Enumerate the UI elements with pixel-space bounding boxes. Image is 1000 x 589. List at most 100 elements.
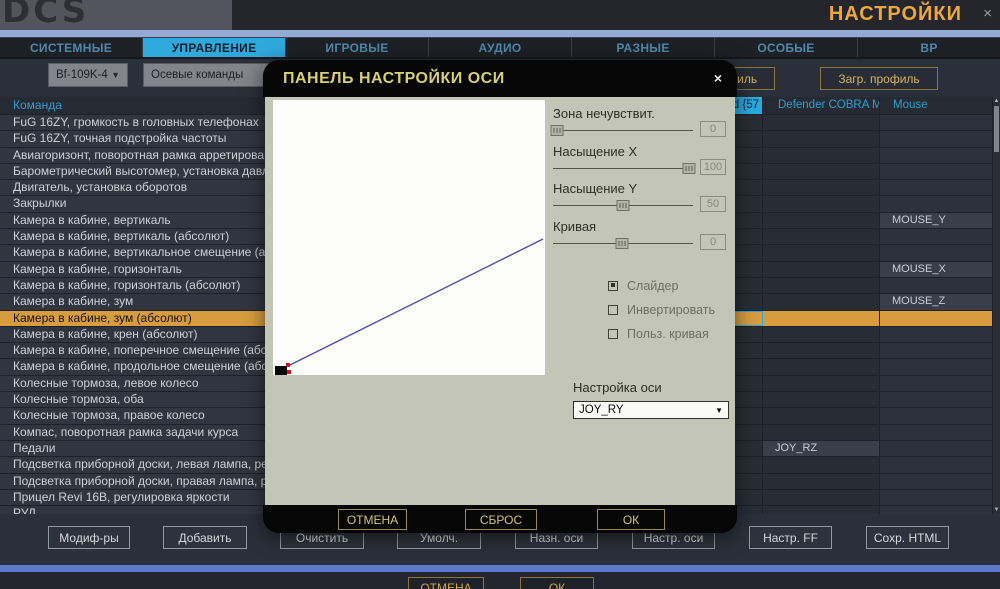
checkbox-row[interactable]: Слайдер bbox=[608, 278, 715, 293]
slider-handle[interactable] bbox=[615, 238, 629, 249]
scrollbar-up-icon[interactable]: ▲ bbox=[993, 98, 1000, 104]
device3-cell[interactable]: MOUSE_Y bbox=[880, 212, 993, 229]
modal-button[interactable]: СБРОС bbox=[465, 509, 537, 530]
device3-cell[interactable] bbox=[880, 115, 993, 131]
cancel-button[interactable]: ОТМЕНА bbox=[408, 577, 484, 589]
column-header-device2[interactable]: Defender COBRA M5 U bbox=[763, 97, 880, 114]
device2-cell[interactable] bbox=[763, 180, 880, 196]
device3-cell[interactable] bbox=[880, 180, 993, 196]
device2-cell[interactable] bbox=[763, 131, 880, 147]
checkbox-icon[interactable] bbox=[608, 304, 618, 315]
slider-value-field[interactable]: 0 bbox=[700, 234, 726, 250]
device3-cell[interactable] bbox=[880, 473, 993, 489]
modal-button[interactable]: ОТМЕНА bbox=[338, 509, 407, 530]
checkbox-row[interactable]: Польз. кривая bbox=[608, 327, 715, 341]
checkbox-icon[interactable] bbox=[608, 280, 618, 291]
slider-handle[interactable] bbox=[682, 163, 696, 174]
device3-cell[interactable] bbox=[880, 408, 993, 424]
device2-cell[interactable] bbox=[763, 392, 880, 408]
ok-button[interactable]: ОК bbox=[520, 577, 594, 589]
device2-cell[interactable] bbox=[763, 115, 880, 131]
aircraft-select[interactable]: Bf-109K-4 ▼ bbox=[48, 63, 128, 87]
tab[interactable]: АУДИО bbox=[429, 38, 572, 57]
footer-button[interactable]: Модиф-ры bbox=[48, 526, 130, 549]
device3-cell[interactable] bbox=[880, 277, 993, 294]
load-profile-button[interactable]: Загр. профиль bbox=[820, 67, 938, 90]
device3-cell[interactable] bbox=[880, 229, 993, 245]
curve-origin-marker[interactable] bbox=[275, 366, 287, 375]
device2-cell[interactable] bbox=[763, 277, 880, 294]
device3-cell[interactable] bbox=[880, 392, 993, 408]
device2-cell[interactable] bbox=[763, 245, 880, 261]
device2-cell[interactable] bbox=[763, 473, 880, 489]
slider-value-field[interactable]: 100 bbox=[700, 159, 726, 175]
device3-cell[interactable] bbox=[880, 310, 993, 326]
slider-handle[interactable] bbox=[550, 125, 564, 136]
device3-cell[interactable] bbox=[880, 440, 993, 457]
curve-handle-dot[interactable] bbox=[286, 363, 290, 367]
device2-cell[interactable] bbox=[763, 506, 880, 514]
device2-cell[interactable] bbox=[763, 147, 880, 163]
slider-value-field[interactable]: 50 bbox=[700, 196, 726, 212]
device2-cell[interactable] bbox=[763, 343, 880, 359]
device2-cell[interactable] bbox=[763, 375, 880, 392]
axis-select[interactable]: JOY_RY ▼ bbox=[573, 401, 729, 419]
device3-cell[interactable] bbox=[880, 147, 993, 163]
device3-cell[interactable] bbox=[880, 196, 993, 212]
slider-track[interactable] bbox=[553, 200, 693, 211]
modal-close-icon[interactable]: × bbox=[714, 70, 722, 86]
tab[interactable]: ОСОБЫЕ bbox=[715, 38, 858, 57]
device2-cell[interactable] bbox=[763, 359, 880, 375]
device3-cell[interactable] bbox=[880, 163, 993, 180]
device3-cell[interactable] bbox=[880, 326, 993, 343]
device2-cell[interactable] bbox=[763, 408, 880, 424]
scrollbar-down-icon[interactable]: ▼ bbox=[993, 507, 1000, 513]
checkbox-icon[interactable] bbox=[608, 328, 618, 339]
footer-button[interactable]: Сохр. HTML bbox=[866, 526, 949, 549]
checkbox-label: Слайдер bbox=[627, 278, 679, 293]
device3-cell[interactable] bbox=[880, 343, 993, 359]
table-scrollbar[interactable]: ▲ ▼ bbox=[992, 97, 1000, 514]
device3-cell[interactable]: MOUSE_Z bbox=[880, 294, 993, 310]
tab[interactable]: УПРАВЛЕНИЕ bbox=[143, 38, 286, 57]
curve-handle-dot[interactable] bbox=[287, 370, 291, 374]
device2-cell[interactable] bbox=[763, 261, 880, 277]
device3-cell[interactable] bbox=[880, 245, 993, 261]
footer-button[interactable]: Добавить bbox=[163, 526, 247, 549]
footer-button[interactable]: Настр. FF bbox=[749, 526, 832, 549]
scrollbar-thumb[interactable] bbox=[994, 106, 999, 152]
device2-cell[interactable]: JOY_RZ bbox=[763, 440, 880, 457]
device3-cell[interactable] bbox=[880, 424, 993, 440]
device2-cell[interactable] bbox=[763, 196, 880, 212]
device2-cell[interactable] bbox=[763, 457, 880, 473]
device3-cell[interactable] bbox=[880, 359, 993, 375]
device3-cell[interactable] bbox=[880, 375, 993, 392]
device2-cell[interactable] bbox=[763, 489, 880, 506]
slider-group: Насыщение Y 50 bbox=[265, 180, 735, 218]
tab[interactable]: РАЗНЫЕ bbox=[572, 38, 715, 57]
tab[interactable]: ИГРОВЫЕ bbox=[286, 38, 429, 57]
device3-cell[interactable] bbox=[880, 506, 993, 514]
device3-cell[interactable]: MOUSE_X bbox=[880, 261, 993, 277]
window-close-icon[interactable]: × bbox=[983, 6, 992, 21]
device2-cell[interactable] bbox=[763, 212, 880, 229]
slider-handle[interactable] bbox=[616, 200, 630, 211]
slider-track[interactable] bbox=[553, 238, 693, 249]
checkbox-row[interactable]: Инвертировать bbox=[608, 303, 715, 317]
device3-cell[interactable] bbox=[880, 457, 993, 473]
device3-cell[interactable] bbox=[880, 489, 993, 506]
slider-track[interactable] bbox=[550, 125, 693, 136]
device2-cell[interactable] bbox=[763, 229, 880, 245]
tab[interactable]: ВР bbox=[858, 38, 1000, 57]
tab[interactable]: СИСТЕМНЫЕ bbox=[0, 38, 143, 57]
device2-cell[interactable] bbox=[763, 163, 880, 180]
device2-cell[interactable] bbox=[763, 326, 880, 343]
device2-cell[interactable] bbox=[763, 424, 880, 440]
slider-value-field[interactable]: 0 bbox=[700, 121, 726, 137]
slider-track[interactable] bbox=[553, 163, 696, 174]
device2-cell[interactable] bbox=[763, 310, 880, 326]
device2-cell[interactable] bbox=[763, 294, 880, 310]
device3-cell[interactable] bbox=[880, 131, 993, 147]
modal-button[interactable]: ОК bbox=[597, 509, 665, 530]
column-header-device3[interactable]: Mouse bbox=[880, 97, 993, 114]
